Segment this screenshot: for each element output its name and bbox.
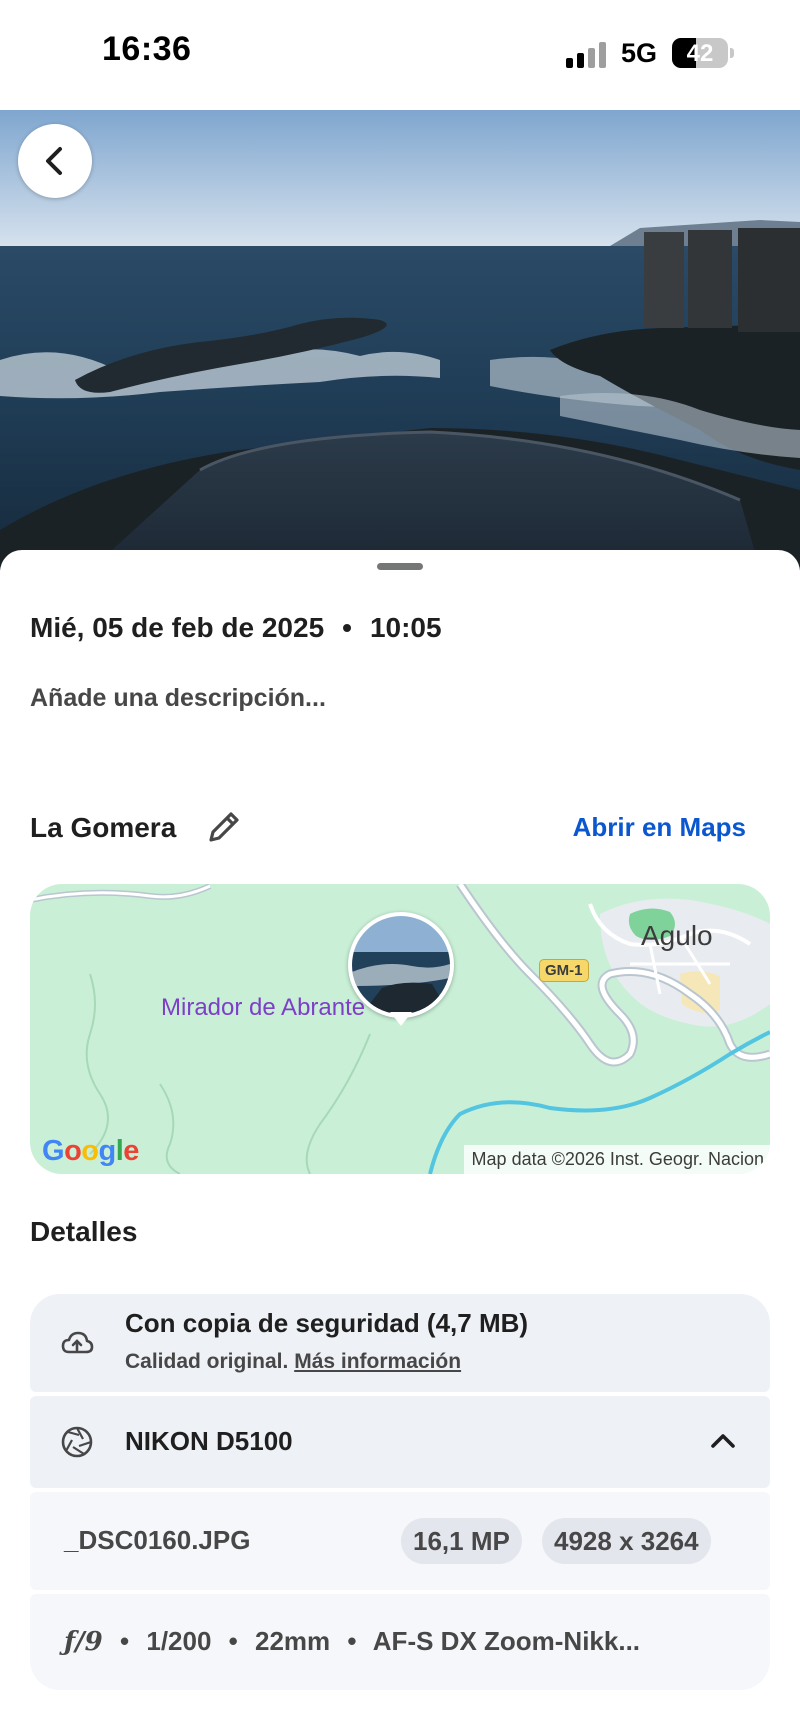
exif-card: ƒ/9 • 1/200 • 22mm • AF-S DX Zoom-Nikk..… [30,1594,770,1690]
location-name: La Gomera [30,812,177,843]
focal-length-value: 22mm [255,1626,331,1656]
cloud-check-icon [61,1331,94,1354]
file-card: _DSC0160.JPG 16,1 MP 4928 x 3264 [30,1492,770,1590]
backup-status: Con copia de seguridad (4,7 MB) [125,1308,529,1338]
battery-icon: 42 [672,38,728,68]
photo-location-pin[interactable] [348,912,454,1018]
camera-aperture-icon [61,1426,93,1458]
map-road-label: GM-1 [539,959,589,982]
status-bar: 16:36 5G 42 [0,0,800,110]
camera-card[interactable]: NIKON D5100 [30,1396,770,1488]
datetime-separator: • [342,612,352,643]
dimensions-chip: 4928 x 3264 [542,1518,711,1564]
status-time: 16:36 [102,30,192,68]
photo-datetime: Mié, 05 de feb de 2025 • 10:05 [30,612,442,644]
camera-model: NIKON D5100 [125,1426,293,1456]
file-name: _DSC0160.JPG [64,1525,251,1555]
info-sheet: Mié, 05 de feb de 2025 • 10:05 Añade una d… [0,550,800,1733]
backup-card[interactable]: Con copia de seguridad (4,7 MB) Calidad … [30,1294,770,1392]
pin-thumbnail [352,916,450,1014]
battery-nub [730,48,734,58]
exif-separator: • [347,1626,357,1656]
signal-strength-icon [566,42,608,68]
details-heading: Detalles [30,1216,138,1247]
description-input[interactable]: Añade una descripción... [30,684,326,713]
battery-level: 42 [686,40,714,67]
lens-value: AF-S DX Zoom-Nikk... [372,1626,641,1656]
open-in-maps-link[interactable]: Abrir en Maps [573,812,746,843]
pencil-icon[interactable] [205,808,243,846]
photo-image [0,110,800,570]
exif-details: ƒ/9 • 1/200 • 22mm • AF-S DX Zoom-Nikk..… [64,1626,640,1657]
more-info-link[interactable]: Más información [294,1350,461,1373]
photo-view[interactable] [0,110,800,570]
exif-separator: • [228,1626,238,1656]
drag-handle[interactable] [377,563,423,570]
google-logo: Google [42,1135,139,1167]
photo-time: 10:05 [369,612,442,643]
shutter-value: 1/200 [146,1626,212,1656]
chevron-up-icon[interactable] [710,1430,736,1450]
backup-quality: Calidad original. Más información [125,1350,461,1374]
chevron-left-icon [46,147,62,175]
exif-separator: • [120,1626,130,1656]
back-button[interactable] [18,124,92,198]
map-attribution: Map data ©2026 Inst. Geogr. Nacion [463,1145,770,1174]
map-town-label: Agulo [641,920,713,951]
backup-quality-text: Calidad original. [125,1350,289,1373]
photo-date: Mié, 05 de feb de 2025 [30,612,325,643]
pin-pointer [390,1012,412,1026]
network-type: 5G [621,38,658,68]
location-map[interactable]: Mirador de Abrante Agulo GM-1 Google Map… [30,884,770,1174]
aperture-value: ƒ/9 [64,1627,103,1657]
megapixels-chip: 16,1 MP [401,1518,522,1564]
map-place-label[interactable]: Mirador de Abrante [161,994,365,1022]
